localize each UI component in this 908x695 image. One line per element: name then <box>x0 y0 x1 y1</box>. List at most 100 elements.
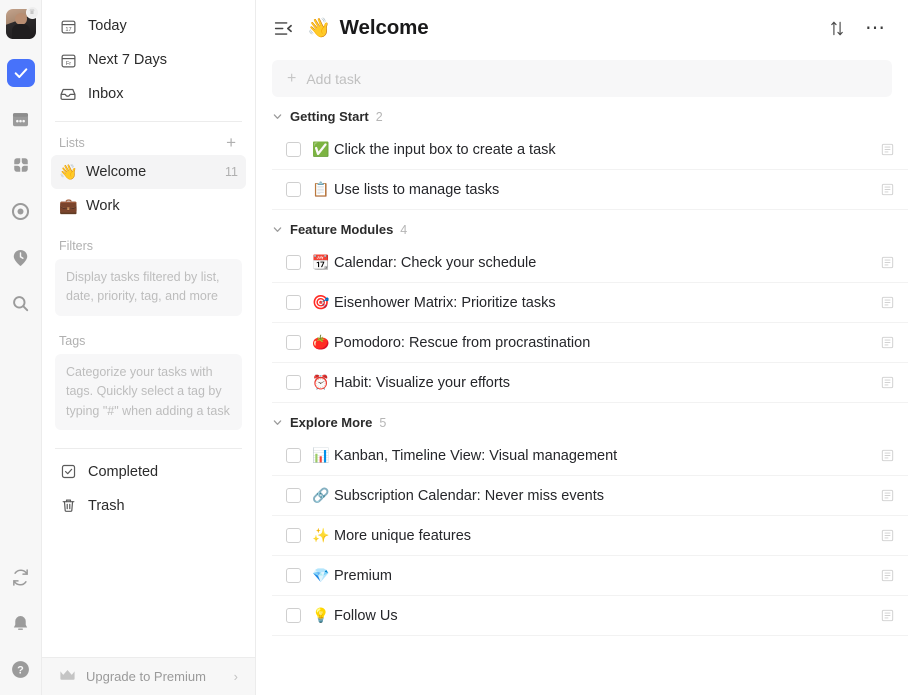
task-checkbox[interactable] <box>286 255 301 270</box>
sidebar-divider-bottom <box>55 448 242 449</box>
sidebar-item-inbox[interactable]: Inbox <box>51 77 246 111</box>
task-row[interactable]: ✅ Click the input box to create a task <box>272 130 908 170</box>
sidebar-item-label: Next 7 Days <box>88 52 167 68</box>
filters-hint: Display tasks filtered by list, date, pr… <box>55 259 242 316</box>
task-checkbox[interactable] <box>286 295 301 310</box>
note-icon[interactable] <box>881 529 894 542</box>
lists-section-header: Lists + <box>51 128 246 155</box>
group-count: 4 <box>400 223 407 237</box>
check-square-icon <box>59 463 77 481</box>
task-checkbox[interactable] <box>286 448 301 463</box>
task-checkbox[interactable] <box>286 528 301 543</box>
more-icon[interactable]: ⋯ <box>865 23 886 33</box>
note-icon[interactable] <box>881 143 894 156</box>
list-count-badge: 11 <box>225 165 238 179</box>
avatar[interactable]: ♛ <box>6 9 36 39</box>
task-checkbox[interactable] <box>286 375 301 390</box>
collapse-sidebar-icon[interactable] <box>274 20 293 37</box>
task-emoji-icon: 📊 <box>312 447 329 464</box>
task-title: Habit: Visualize your efforts <box>334 375 510 391</box>
bell-icon <box>11 614 30 633</box>
task-title: More unique features <box>334 528 471 544</box>
task-emoji-icon: 📆 <box>312 254 329 271</box>
task-checkbox[interactable] <box>286 488 301 503</box>
task-emoji-icon: ✅ <box>312 141 329 158</box>
search-icon <box>11 294 30 313</box>
rail-item-matrix[interactable] <box>7 151 35 179</box>
task-emoji-icon: 🍅 <box>312 334 329 351</box>
svg-text:?: ? <box>17 664 24 676</box>
add-task-placeholder: Add task <box>306 71 360 87</box>
rail-item-search[interactable] <box>7 289 35 317</box>
task-row[interactable]: 💎 Premium <box>272 556 908 596</box>
task-row[interactable]: 📆 Calendar: Check your schedule <box>272 243 908 283</box>
note-icon[interactable] <box>881 489 894 502</box>
task-row[interactable]: 📊 Kanban, Timeline View: Visual manageme… <box>272 436 908 476</box>
calendar-fr-icon: Fr <box>59 51 77 69</box>
note-icon[interactable] <box>881 609 894 622</box>
task-group-explore-more: Explore More 5 📊 Kanban, Timeline View: … <box>256 405 908 636</box>
plus-icon: + <box>287 71 296 87</box>
rail-item-tasks[interactable] <box>7 59 35 87</box>
task-emoji-icon: 🎯 <box>312 294 329 311</box>
group-header[interactable]: Feature Modules 4 <box>256 212 908 243</box>
inbox-icon <box>59 85 77 103</box>
task-checkbox[interactable] <box>286 568 301 583</box>
rail-item-pomodoro[interactable] <box>7 243 35 271</box>
sidebar: 17 Today Fr Next 7 Days Inbox Lists + 👋 … <box>42 0 256 695</box>
task-row[interactable]: ✨ More unique features <box>272 516 908 556</box>
sidebar-item-today[interactable]: 17 Today <box>51 9 246 43</box>
task-checkbox[interactable] <box>286 182 301 197</box>
task-emoji-icon: ✨ <box>312 527 329 544</box>
tags-section-title: Tags <box>59 334 85 348</box>
sidebar-list-work[interactable]: 💼 Work <box>51 189 246 223</box>
group-header[interactable]: Getting Start 2 <box>256 99 908 130</box>
upgrade-to-premium-button[interactable]: Upgrade to Premium › <box>42 657 255 695</box>
sidebar-item-completed[interactable]: Completed <box>51 455 246 489</box>
task-checkbox[interactable] <box>286 335 301 350</box>
task-checkbox[interactable] <box>286 142 301 157</box>
note-icon[interactable] <box>881 569 894 582</box>
note-icon[interactable] <box>881 183 894 196</box>
group-header[interactable]: Explore More 5 <box>256 405 908 436</box>
group-count: 5 <box>379 416 386 430</box>
four-squares-icon <box>12 156 30 174</box>
task-title: Eisenhower Matrix: Prioritize tasks <box>334 295 556 311</box>
add-list-button[interactable]: + <box>224 134 238 151</box>
note-icon[interactable] <box>881 336 894 349</box>
filters-section-title: Filters <box>59 239 93 253</box>
trash-icon <box>59 497 77 515</box>
rail-item-sync[interactable] <box>7 563 35 591</box>
add-task-input[interactable]: + Add task <box>272 60 892 97</box>
svg-text:Fr: Fr <box>65 60 70 66</box>
sidebar-list-welcome[interactable]: 👋 Welcome 11 <box>51 155 246 189</box>
rail-item-habit[interactable] <box>7 197 35 225</box>
sidebar-item-trash[interactable]: Trash <box>51 489 246 523</box>
note-icon[interactable] <box>881 449 894 462</box>
rail-item-notifications[interactable] <box>7 609 35 637</box>
task-group-getting-start: Getting Start 2 ✅ Click the input box to… <box>256 99 908 210</box>
note-icon[interactable] <box>881 296 894 309</box>
task-row[interactable]: 🔗 Subscription Calendar: Never miss even… <box>272 476 908 516</box>
group-title: Getting Start <box>290 109 369 124</box>
note-icon[interactable] <box>881 376 894 389</box>
group-title: Explore More <box>290 415 372 430</box>
task-title: Kanban, Timeline View: Visual management <box>334 448 617 464</box>
task-row[interactable]: 🎯 Eisenhower Matrix: Prioritize tasks <box>272 283 908 323</box>
rail-item-calendar[interactable] <box>7 105 35 133</box>
sidebar-item-next7days[interactable]: Fr Next 7 Days <box>51 43 246 77</box>
rail-item-help[interactable]: ? <box>7 655 35 683</box>
clock-pin-icon <box>11 248 30 267</box>
task-row[interactable]: 🍅 Pomodoro: Rescue from procrastination <box>272 323 908 363</box>
tags-section-header: Tags <box>51 328 246 352</box>
task-checkbox[interactable] <box>286 608 301 623</box>
task-row[interactable]: 💡 Follow Us <box>272 596 908 636</box>
task-row[interactable]: 📋 Use lists to manage tasks <box>272 170 908 210</box>
sort-icon[interactable] <box>829 20 845 37</box>
note-icon[interactable] <box>881 256 894 269</box>
crown-icon <box>59 669 76 685</box>
main-topbar: 👋 Welcome ⋯ <box>256 0 908 56</box>
check-icon <box>13 65 29 81</box>
task-row[interactable]: ⏰ Habit: Visualize your efforts <box>272 363 908 403</box>
topbar-actions: ⋯ <box>829 20 886 37</box>
